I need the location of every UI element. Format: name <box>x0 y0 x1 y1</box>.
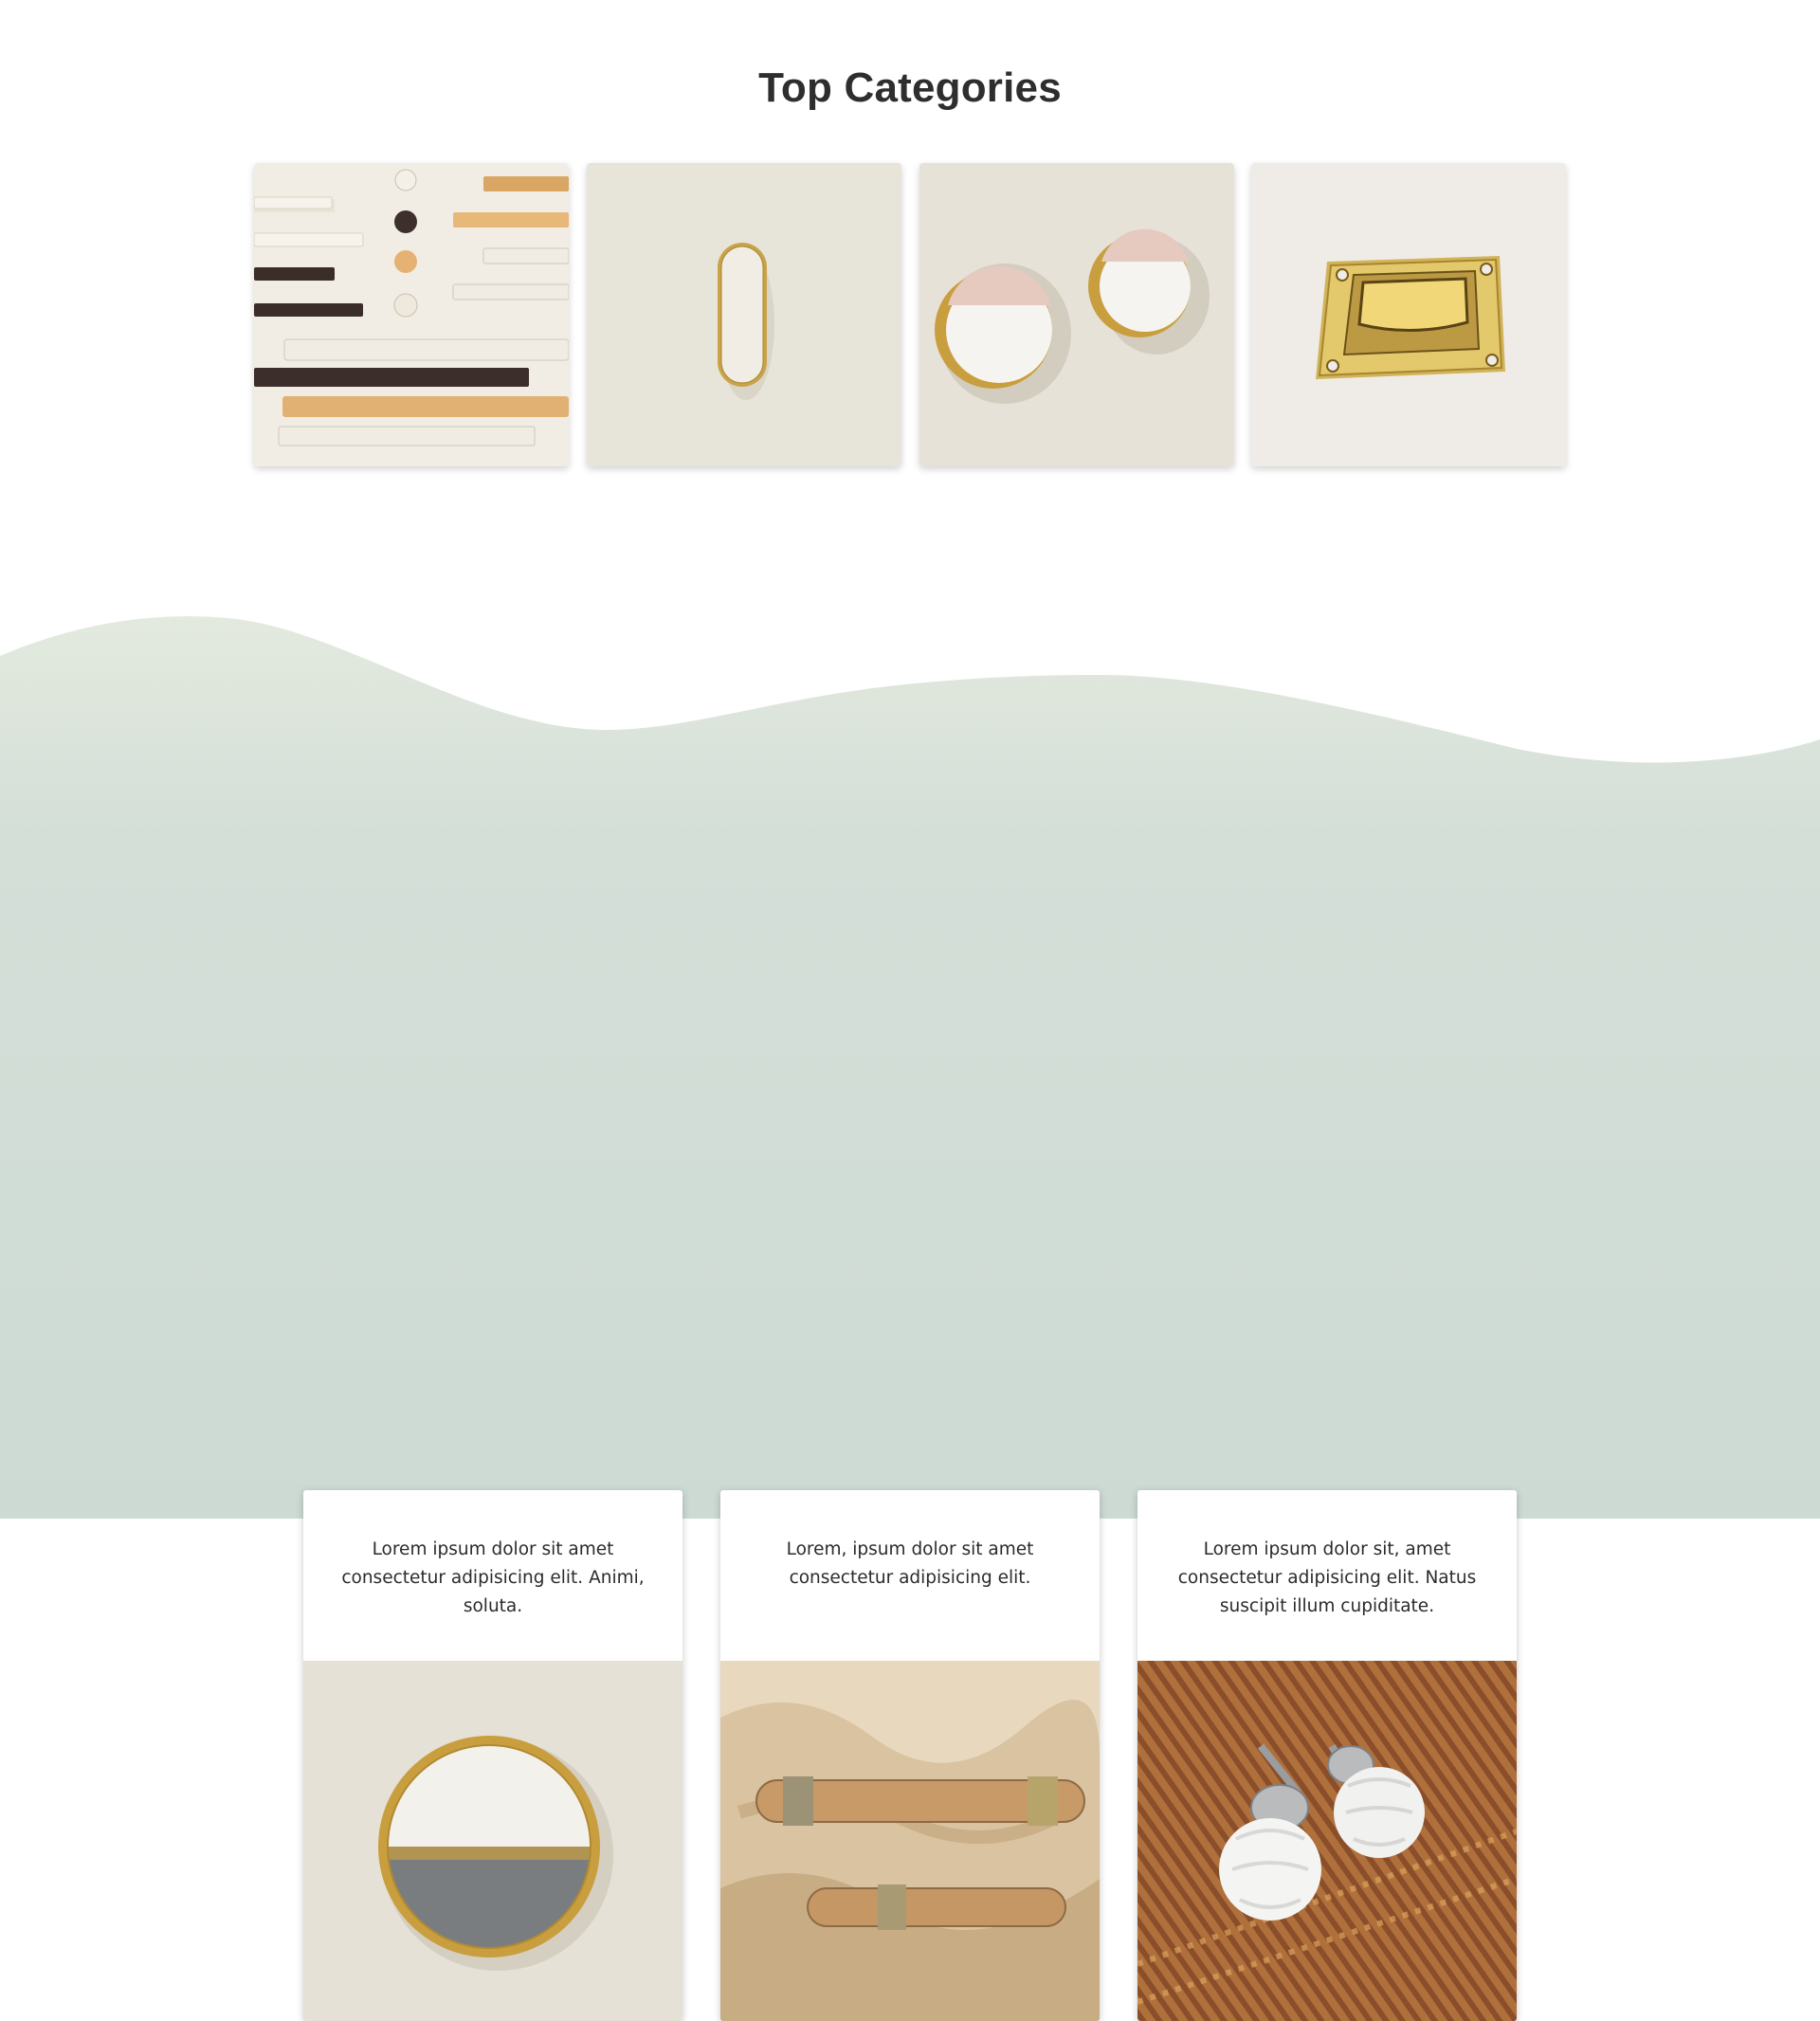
category-image-flush-pull <box>1251 163 1566 466</box>
top-categories-section: Top Categories <box>0 0 1820 607</box>
section-title: Top Categories <box>758 64 1062 111</box>
feature-card-1[interactable]: Lorem ipsum dolor sit amet consectetur a… <box>303 1490 682 2021</box>
feature-card-2[interactable]: Lorem, ipsum dolor sit amet consectetur … <box>720 1490 1100 2021</box>
category-image-round-knobs <box>919 163 1234 466</box>
feature-card-image-wood-pulls <box>720 1661 1100 2021</box>
feature-card-3[interactable]: Lorem ipsum dolor sit, amet consectetur … <box>1138 1490 1517 2021</box>
feature-card-image-ceramic-knobs <box>1138 1661 1517 2021</box>
category-tile-flush-pull[interactable] <box>1251 163 1566 466</box>
category-tile-round-knobs[interactable] <box>919 163 1234 466</box>
feature-card-text: Lorem, ipsum dolor sit amet consectetur … <box>786 1539 1034 1588</box>
category-image-bar-pulls <box>254 163 569 466</box>
feature-card-image-marble-knob <box>303 1661 682 2021</box>
category-image-oval-knob <box>587 163 901 466</box>
feature-card-text: Lorem ipsum dolor sit, amet consectetur … <box>1177 1539 1477 1616</box>
features-section: Lorem ipsum dolor sit amet consectetur a… <box>0 607 1820 2021</box>
wave-background <box>0 607 1820 1519</box>
feature-card-text: Lorem ipsum dolor sit amet consectetur a… <box>341 1539 645 1616</box>
category-tile-bar-pulls[interactable] <box>254 163 569 466</box>
category-tile-oval-knob[interactable] <box>587 163 901 466</box>
